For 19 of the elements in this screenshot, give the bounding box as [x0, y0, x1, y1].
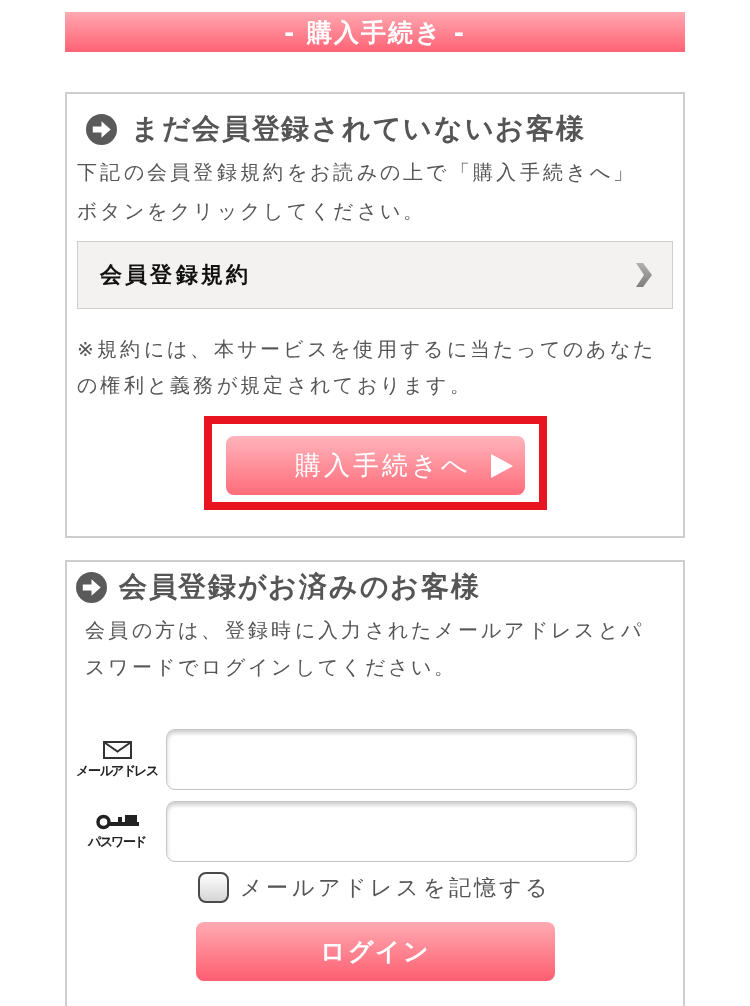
checkbox[interactable]	[198, 872, 230, 903]
envelope-icon	[102, 740, 132, 759]
password-field[interactable]	[166, 801, 637, 862]
title-banner: - 購入手続き -	[65, 12, 685, 52]
email-field[interactable]	[166, 729, 637, 790]
checkbox-label[interactable]: メールアドレスを記憶する	[240, 872, 552, 903]
field-label: メールアドレス	[76, 762, 158, 779]
instruction-text: 会員の方は、登録時に入力されたメールアドレスとパスワードでログインしてください。	[85, 617, 646, 681]
key-icon	[95, 813, 139, 830]
section-heading: まだ会員登録されていないお客様	[131, 111, 586, 147]
terms-note: ※規約には、本サービスを使用するに当たってのあなたの権利と義務が規定されております。	[77, 336, 658, 399]
play-triangle-icon	[490, 453, 513, 478]
instruction-text: 下記の会員登録規約をお読みの上で「購入手続きへ」ボタンをクリックしてください。	[77, 159, 638, 225]
section-heading: 会員登録がお済みのお客様	[119, 569, 481, 605]
chevron-right-icon	[636, 263, 652, 287]
terms-link[interactable]: 会員登録規約	[77, 241, 673, 309]
field-label: パスワード	[88, 834, 146, 850]
arrow-circle-icon	[76, 571, 107, 603]
arrow-circle-icon	[86, 113, 117, 145]
